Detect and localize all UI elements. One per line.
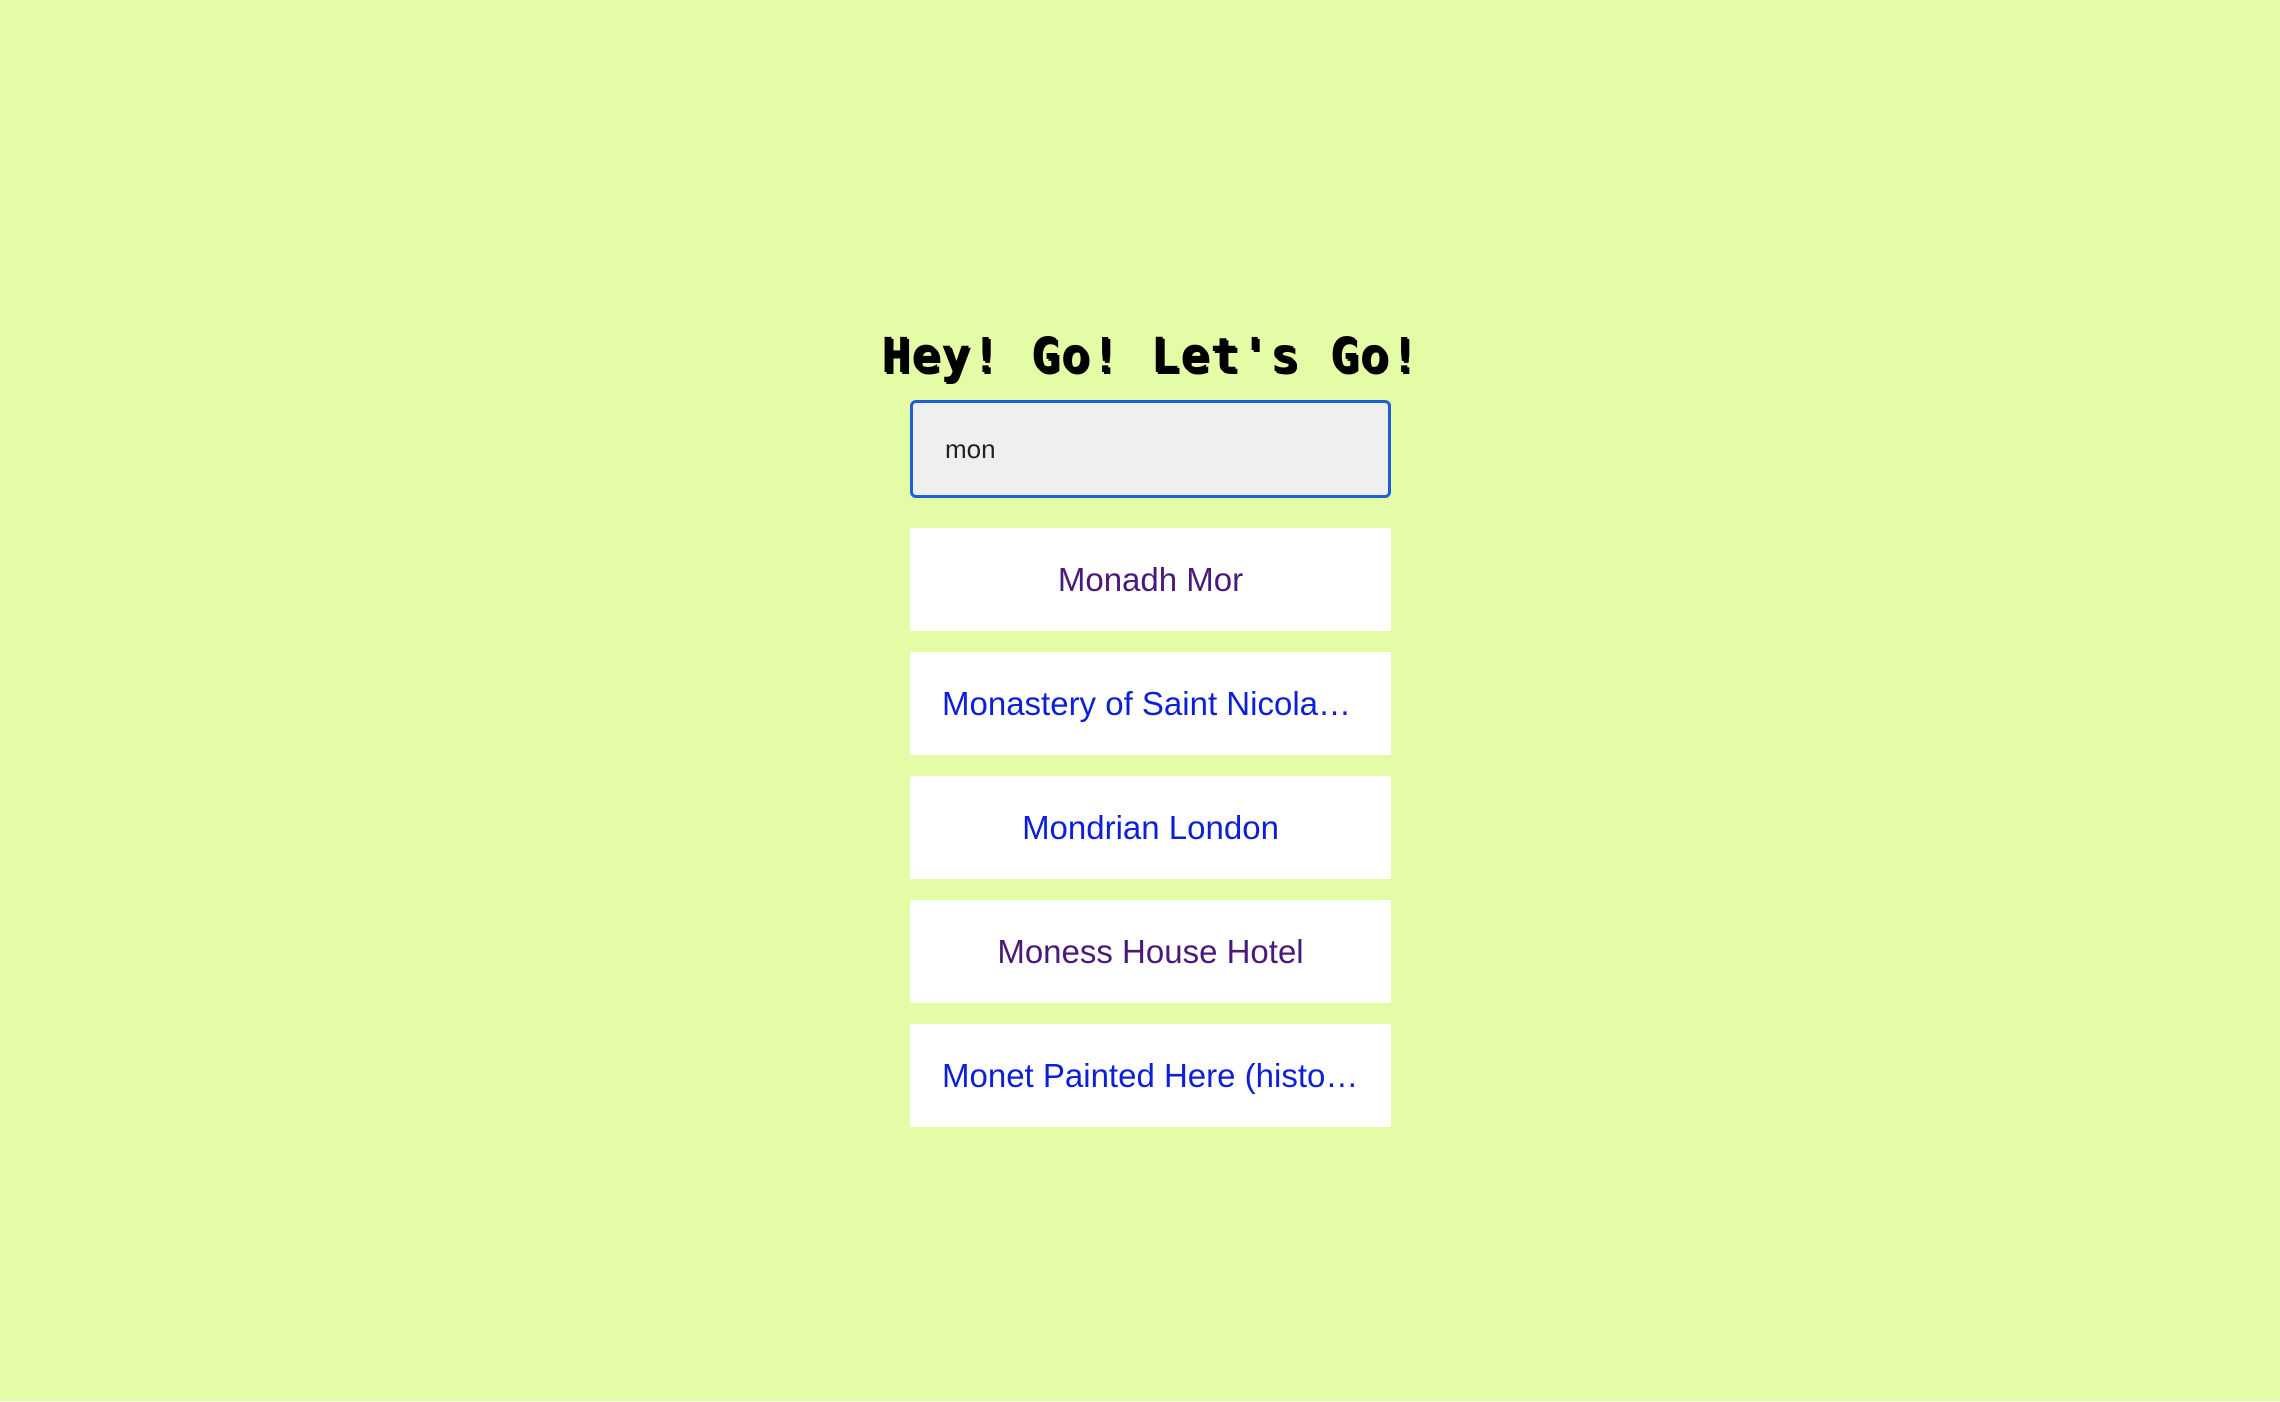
result-label: Mondrian London xyxy=(1022,808,1279,846)
result-label: Monastery of Saint Nicolas (historical) xyxy=(942,684,1359,722)
page-title: Hey! Go! Let's Go! xyxy=(881,328,1420,384)
result-item-mondrian-london[interactable]: Mondrian London xyxy=(910,776,1391,879)
results-list: Monadh Mor Monastery of Saint Nicolas (h… xyxy=(910,528,1391,1127)
result-label: Moness House Hotel xyxy=(997,932,1304,970)
result-label: Monadh Mor xyxy=(1057,560,1244,598)
result-item-monadh-mor[interactable]: Monadh Mor xyxy=(910,528,1391,631)
result-label: Monet Painted Here (historical) xyxy=(942,1056,1359,1094)
result-item-monet-painted-here[interactable]: Monet Painted Here (historical) xyxy=(910,1024,1391,1127)
result-item-monastery-of-saint-nicolas[interactable]: Monastery of Saint Nicolas (historical) xyxy=(910,652,1391,755)
page-background: Hey! Go! Let's Go! Monadh Mor Monastery … xyxy=(0,0,2280,1401)
result-item-moness-house-hotel[interactable]: Moness House Hotel xyxy=(910,900,1391,1003)
search-input[interactable] xyxy=(910,400,1391,498)
search-panel: Hey! Go! Let's Go! Monadh Mor Monastery … xyxy=(881,320,1420,1148)
